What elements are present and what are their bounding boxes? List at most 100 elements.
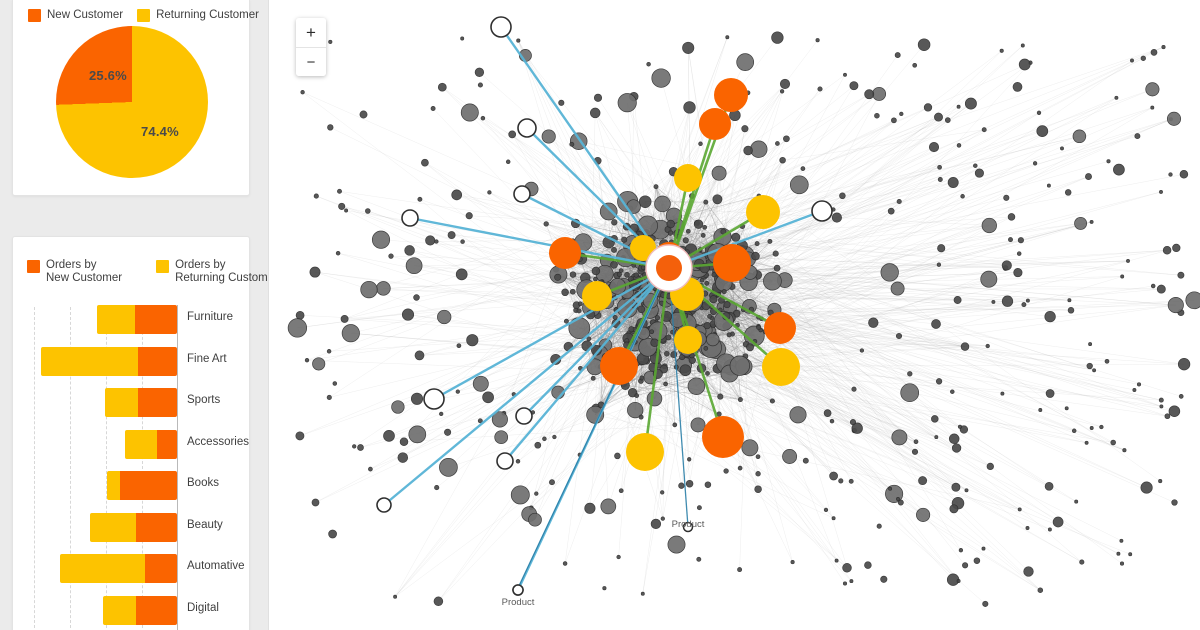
graph-node[interactable] — [702, 224, 708, 230]
graph-node[interactable] — [413, 294, 420, 301]
bar-legend-item-returning-customer[interactable]: Orders by Returning Customer — [156, 259, 278, 285]
graph-node[interactable] — [916, 507, 931, 522]
graph-node[interactable] — [1172, 243, 1181, 253]
bar-legend-item-new-customer[interactable]: Orders by New Customer — [27, 259, 122, 285]
graph-node[interactable] — [911, 448, 919, 455]
graph-node[interactable] — [455, 389, 460, 394]
graph-node[interactable] — [430, 106, 436, 111]
graph-node[interactable] — [1018, 58, 1031, 71]
bar-segment-returning-customer[interactable] — [103, 595, 137, 625]
graph-node[interactable] — [405, 257, 423, 275]
graph-node[interactable] — [434, 485, 440, 491]
bar-track[interactable] — [40, 346, 177, 376]
graph-node[interactable] — [633, 272, 639, 278]
graph-node[interactable] — [414, 350, 425, 361]
graph-node[interactable] — [682, 41, 695, 54]
graph-node[interactable] — [634, 393, 640, 398]
graph-node[interactable] — [900, 383, 920, 403]
graph-node[interactable] — [779, 89, 785, 94]
graph-node[interactable] — [1166, 111, 1182, 126]
bar-segment-new-customer[interactable] — [136, 595, 177, 625]
graph-node[interactable] — [783, 135, 790, 143]
graph-node[interactable] — [1085, 173, 1092, 181]
graph-node[interactable] — [665, 334, 672, 341]
graph-node[interactable] — [444, 428, 452, 436]
graph-node[interactable] — [1150, 49, 1158, 56]
graph-node[interactable] — [885, 484, 904, 503]
pie-legend-item-returning-customer[interactable]: Returning Customer — [137, 9, 259, 22]
graph-node[interactable] — [399, 437, 409, 446]
graph-node[interactable] — [1158, 479, 1163, 484]
graph-node[interactable] — [1060, 146, 1064, 151]
graph-node[interactable] — [672, 422, 678, 428]
graph-node[interactable] — [913, 439, 919, 445]
graph-node[interactable] — [439, 411, 444, 417]
graph-node[interactable] — [755, 454, 761, 460]
graph-node[interactable] — [891, 429, 908, 446]
graph-node[interactable] — [383, 430, 395, 442]
bar-segment-returning-customer[interactable] — [90, 512, 137, 542]
graph-node[interactable] — [1145, 82, 1160, 97]
graph-node[interactable] — [773, 264, 781, 272]
bar-segment-new-customer[interactable] — [134, 305, 177, 334]
graph-node[interactable] — [775, 141, 780, 146]
graph-node[interactable] — [649, 329, 655, 335]
graph-node[interactable] — [640, 265, 646, 271]
graph-node[interactable] — [737, 465, 743, 471]
graph-node[interactable] — [679, 364, 692, 377]
graph-node[interactable] — [577, 301, 583, 307]
graph-node[interactable] — [654, 195, 671, 213]
zoom-out-button[interactable]: − — [296, 47, 326, 76]
graph-node[interactable] — [666, 219, 675, 229]
graph-node[interactable] — [951, 482, 961, 492]
graph-node[interactable] — [843, 72, 847, 77]
graph-node[interactable] — [1021, 302, 1027, 308]
graph-node[interactable] — [981, 217, 997, 234]
graph-node[interactable] — [754, 485, 762, 493]
graph-node[interactable] — [962, 562, 969, 569]
graph-node[interactable] — [425, 235, 436, 246]
bar-segment-returning-customer[interactable] — [59, 554, 146, 583]
graph-node[interactable] — [494, 430, 509, 445]
graph-node[interactable] — [842, 581, 848, 586]
zoom-in-button[interactable]: + — [296, 18, 326, 47]
network-graph-panel[interactable]: Product Product + − — [268, 0, 1200, 630]
graph-node[interactable] — [958, 548, 964, 553]
graph-node[interactable] — [895, 332, 903, 340]
graph-node[interactable] — [973, 163, 978, 168]
graph-node[interactable] — [690, 417, 706, 433]
graph-node[interactable] — [534, 441, 542, 449]
graph-node[interactable] — [584, 502, 596, 514]
graph-node[interactable] — [1044, 481, 1054, 491]
bar-track[interactable] — [97, 305, 177, 334]
graph-node[interactable] — [1185, 291, 1200, 310]
graph-node[interactable] — [1037, 587, 1044, 593]
graph-node[interactable] — [1072, 129, 1087, 144]
graph-node[interactable] — [834, 558, 839, 563]
graph-node[interactable] — [1089, 426, 1094, 430]
graph-node[interactable] — [1128, 552, 1133, 557]
graph-node[interactable] — [1089, 219, 1094, 224]
graph-node[interactable] — [295, 431, 305, 441]
graph-node-customer[interactable] — [376, 497, 392, 513]
graph-node[interactable] — [1159, 189, 1163, 194]
graph-node-highlighted[interactable] — [674, 326, 702, 354]
graph-node[interactable] — [711, 165, 727, 181]
graph-node[interactable] — [907, 371, 913, 377]
graph-node[interactable] — [890, 281, 905, 296]
pie-legend-item-new-customer[interactable]: New Customer — [28, 9, 123, 22]
graph-node[interactable] — [474, 67, 485, 77]
graph-node[interactable] — [1038, 408, 1043, 412]
graph-node[interactable] — [790, 560, 795, 565]
graph-node[interactable] — [918, 476, 928, 486]
graph-node[interactable] — [664, 350, 670, 357]
graph-node[interactable] — [1032, 161, 1038, 166]
graph-node[interactable] — [1079, 559, 1085, 565]
graph-node[interactable] — [487, 190, 492, 195]
graph-node[interactable] — [899, 111, 904, 117]
graph-node[interactable] — [880, 575, 888, 583]
graph-node[interactable] — [1106, 159, 1111, 164]
graph-node[interactable] — [1177, 358, 1191, 371]
graph-node[interactable] — [960, 194, 965, 199]
graph-node[interactable] — [569, 288, 576, 295]
